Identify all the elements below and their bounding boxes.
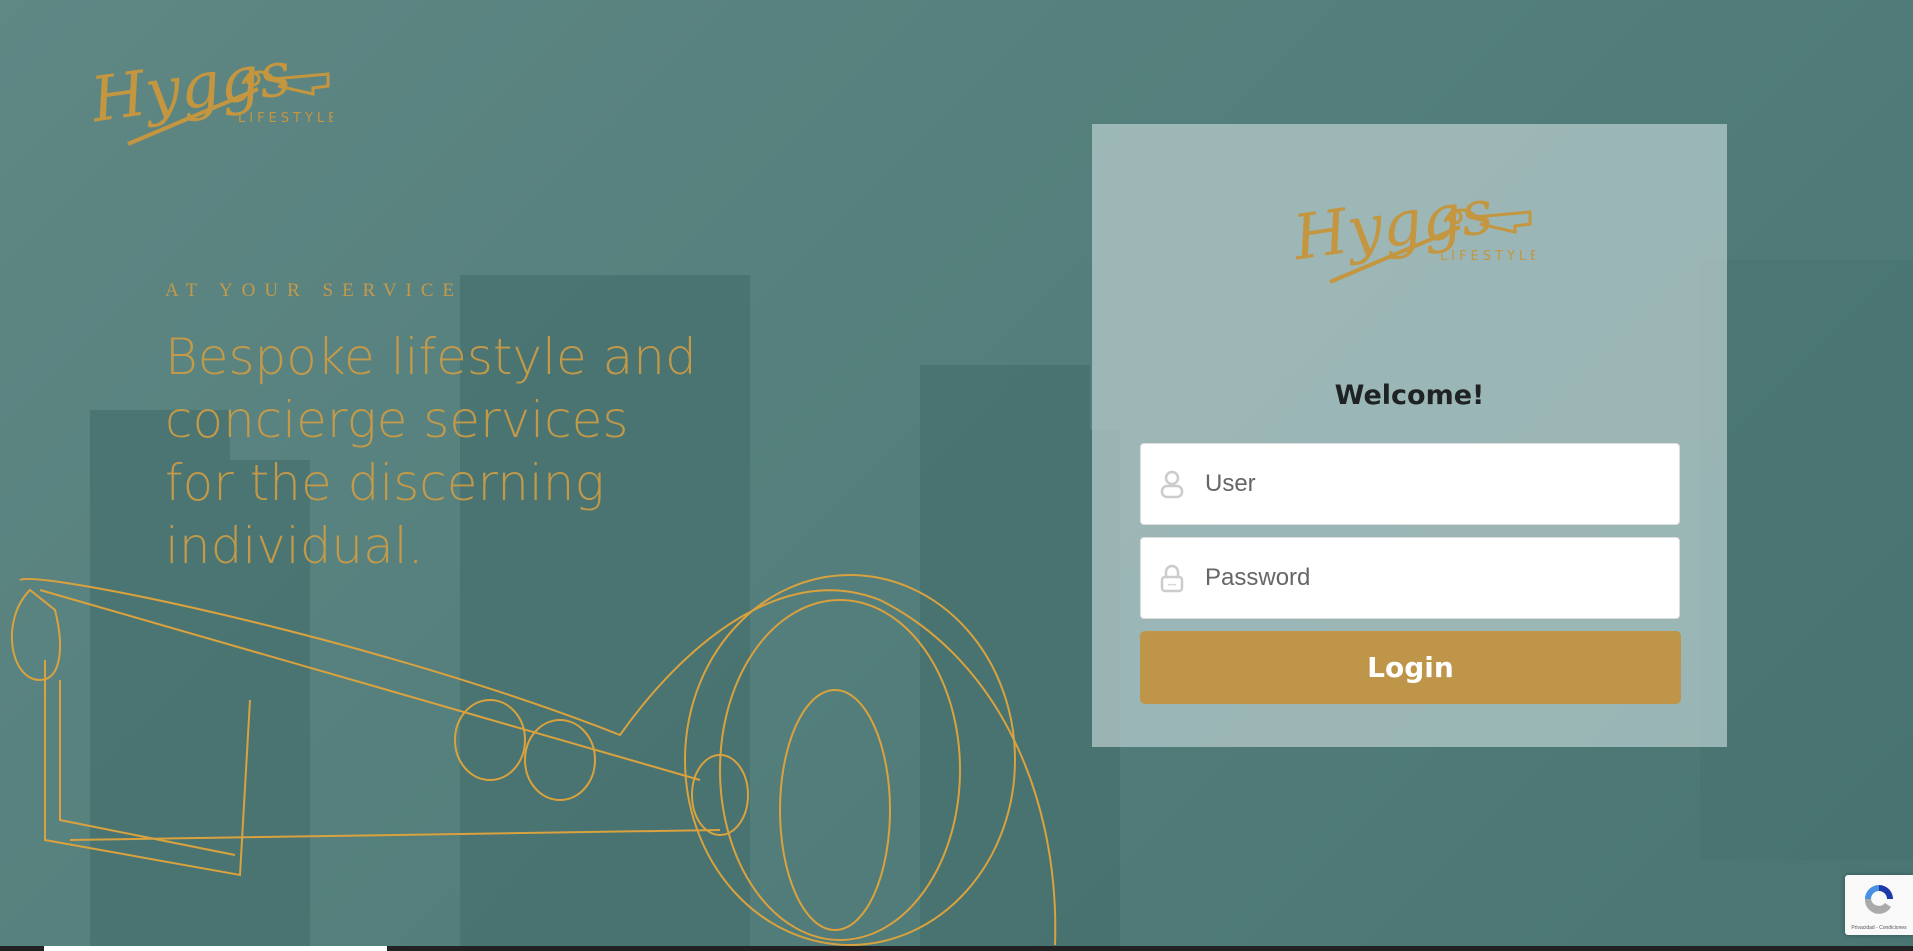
login-button[interactable]: Login [1140, 631, 1681, 704]
welcome-title: Welcome! [1334, 380, 1485, 411]
hero-kicker: AT YOUR SERVICE [165, 280, 464, 301]
headline-line: Bespoke lifestyle and [165, 328, 697, 386]
recaptcha-badge[interactable]: Privacidad - Condiciones [1845, 875, 1913, 935]
headline-line: concierge services [165, 391, 629, 449]
lock-icon: •••• [1160, 564, 1184, 593]
login-card: Hyggs LIFESTYLE Welcome! •••• Login [1092, 124, 1727, 747]
scrollbar-thumb[interactable] [44, 946, 387, 951]
password-input[interactable] [1205, 564, 1645, 592]
headline-line: for the discerning [165, 454, 605, 512]
recaptcha-footer[interactable]: Privacidad - Condiciones [1845, 925, 1913, 931]
hero-headline: Bespoke lifestyle and concierge services… [165, 326, 885, 578]
user-icon [1160, 470, 1184, 499]
svg-text:LIFESTYLE: LIFESTYLE [1440, 249, 1535, 264]
card-logo: Hyggs LIFESTYLE [1290, 182, 1535, 284]
headline-line: individual. [165, 517, 424, 575]
svg-text:LIFESTYLE: LIFESTYLE [238, 111, 333, 126]
bottom-scrollbar[interactable] [0, 946, 1913, 951]
brand-logo[interactable]: Hyggs LIFESTYLE [88, 44, 333, 179]
user-field[interactable] [1140, 443, 1680, 525]
password-field[interactable]: •••• [1140, 537, 1680, 619]
recaptcha-icon [1864, 885, 1893, 914]
user-input[interactable] [1205, 470, 1645, 498]
svg-text:••••: •••• [1168, 583, 1176, 589]
